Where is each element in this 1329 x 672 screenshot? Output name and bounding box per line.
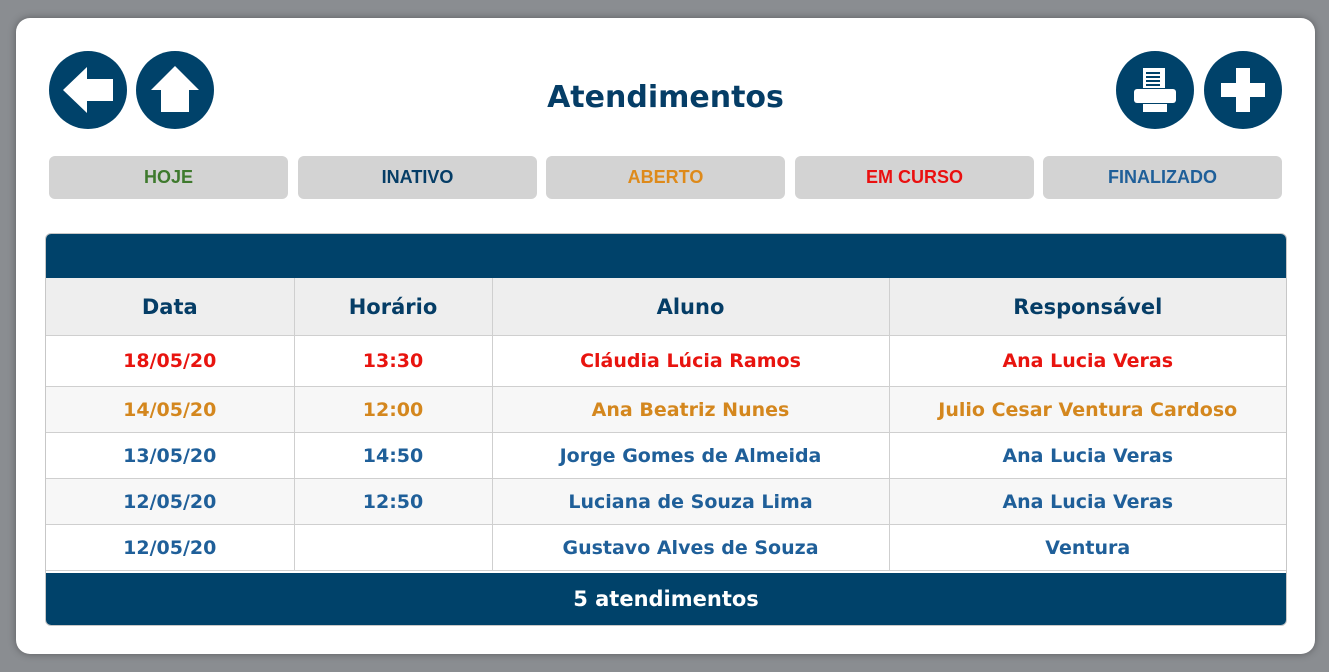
table-footer-count: 5 atendimentos [46, 573, 1286, 625]
filter-label: EM CURSO [865, 167, 963, 187]
cell-data: 18/05/20 [46, 335, 295, 387]
appointments-table: Data Horário Aluno Responsável 18/05/20 … [45, 233, 1287, 626]
table-top-bar [46, 234, 1286, 278]
cell-responsavel: Ventura [888, 524, 1286, 571]
table-row[interactable]: 18/05/20 13:30 Cláudia Lúcia Ramos Ana L… [46, 335, 1286, 387]
filter-label: HOJE [143, 167, 194, 187]
cell-data: 12/05/20 [46, 524, 295, 571]
main-card: Atendimentos HOJE INATIVO ABERTO EM CURS… [16, 18, 1315, 654]
cell-aluno: Cláudia Lúcia Ramos [491, 335, 890, 387]
filter-label: ABERTO [627, 167, 704, 187]
cell-aluno: Jorge Gomes de Almeida [491, 432, 890, 479]
filter-hoje[interactable]: HOJE [49, 156, 288, 199]
print-button[interactable] [1116, 51, 1194, 129]
filter-finalizado[interactable]: FINALIZADO [1043, 156, 1282, 199]
cell-data: 13/05/20 [46, 432, 295, 479]
cell-horario: 13:30 [293, 335, 493, 387]
column-header-responsavel[interactable]: Responsável [888, 278, 1286, 336]
filter-aberto[interactable]: ABERTO [546, 156, 785, 199]
cell-responsavel: Julio Cesar Ventura Cardoso [888, 386, 1286, 433]
table-row[interactable]: 12/05/20 12:50 Luciana de Souza Lima Ana… [46, 478, 1286, 525]
cell-horario: 12:00 [293, 386, 493, 433]
table-row[interactable]: 13/05/20 14:50 Jorge Gomes de Almeida An… [46, 432, 1286, 479]
cell-aluno: Luciana de Souza Lima [491, 478, 890, 525]
cell-responsavel: Ana Lucia Veras [888, 335, 1286, 387]
cell-horario: 12:50 [293, 478, 493, 525]
cell-aluno: Gustavo Alves de Souza [491, 524, 890, 571]
cell-aluno: Ana Beatriz Nunes [491, 386, 890, 433]
cell-responsavel: Ana Lucia Veras [888, 478, 1286, 525]
cell-data: 14/05/20 [46, 386, 295, 433]
cell-horario [293, 524, 493, 571]
cell-responsavel: Ana Lucia Veras [888, 432, 1286, 479]
column-header-aluno[interactable]: Aluno [491, 278, 890, 336]
filter-label: INATIVO [381, 167, 454, 187]
column-header-data[interactable]: Data [46, 278, 295, 336]
add-button[interactable] [1204, 51, 1282, 129]
table-row[interactable]: 12/05/20 Gustavo Alves de Souza Ventura [46, 524, 1286, 571]
printer-icon [1134, 68, 1176, 112]
cell-data: 12/05/20 [46, 478, 295, 525]
filter-label: FINALIZADO [1108, 167, 1217, 187]
status-filter-bar: HOJE INATIVO ABERTO EM CURSO FINALIZADO [49, 156, 1282, 199]
table-header-row: Data Horário Aluno Responsável [46, 278, 1286, 336]
table-row[interactable]: 14/05/20 12:00 Ana Beatriz Nunes Julio C… [46, 386, 1286, 433]
filter-em-curso[interactable]: EM CURSO [795, 156, 1034, 199]
cell-horario: 14:50 [293, 432, 493, 479]
filter-inativo[interactable]: INATIVO [298, 156, 537, 199]
plus-icon [1221, 68, 1265, 112]
column-header-horario[interactable]: Horário [293, 278, 493, 336]
